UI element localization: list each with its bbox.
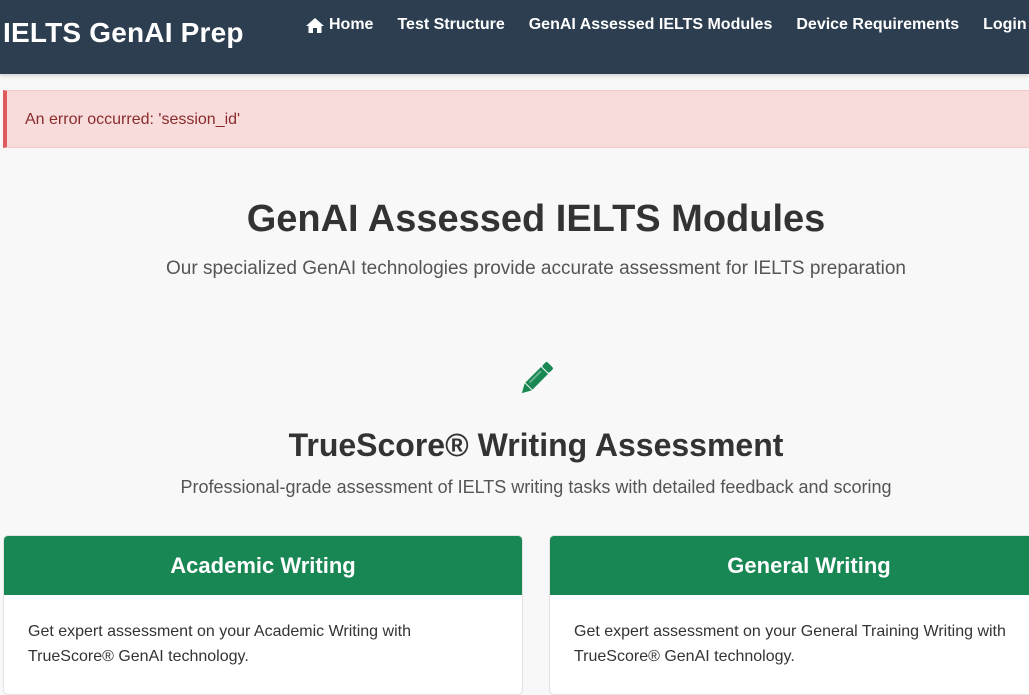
module-subtitle: Professional-grade assessment of IELTS w… <box>180 477 892 497</box>
error-alert: An error occurred: 'session_id' <box>3 90 1029 148</box>
card-body: Get expert assessment on your Academic W… <box>28 623 411 665</box>
card-header: General Writing <box>550 536 1029 595</box>
nav-link-home[interactable]: Home <box>305 16 373 34</box>
top-navbar: IELTS GenAI Prep Home Test Structure Gen… <box>0 0 1029 74</box>
nav-link-device-requirements[interactable]: Device Requirements <box>796 16 959 34</box>
nav-link-login[interactable]: Login <box>983 16 1027 34</box>
nav-link-genai-modules[interactable]: GenAI Assessed IELTS Modules <box>529 16 773 34</box>
card-body: Get expert assessment on your General Tr… <box>574 623 1006 665</box>
error-alert-message: An error occurred: 'session_id' <box>25 111 241 128</box>
nav-links: Home Test Structure GenAI Assessed IELTS… <box>305 16 1029 34</box>
page-title: GenAI Assessed IELTS Modules <box>246 198 826 240</box>
nav-link-test-structure[interactable]: Test Structure <box>397 16 504 34</box>
brand-logo-text[interactable]: IELTS GenAI Prep <box>3 17 244 49</box>
card-general-writing[interactable]: General Writing Get expert assessment on… <box>549 535 1029 695</box>
pencil-icon <box>513 357 559 406</box>
home-icon <box>306 17 324 33</box>
page-subtitle: Our specialized GenAI technologies provi… <box>166 258 906 279</box>
nav-link-home-label: Home <box>329 16 374 33</box>
card-academic-writing[interactable]: Academic Writing Get expert assessment o… <box>3 535 523 695</box>
module-title: TrueScore® Writing Assessment <box>288 427 784 463</box>
card-header: Academic Writing <box>4 536 522 595</box>
